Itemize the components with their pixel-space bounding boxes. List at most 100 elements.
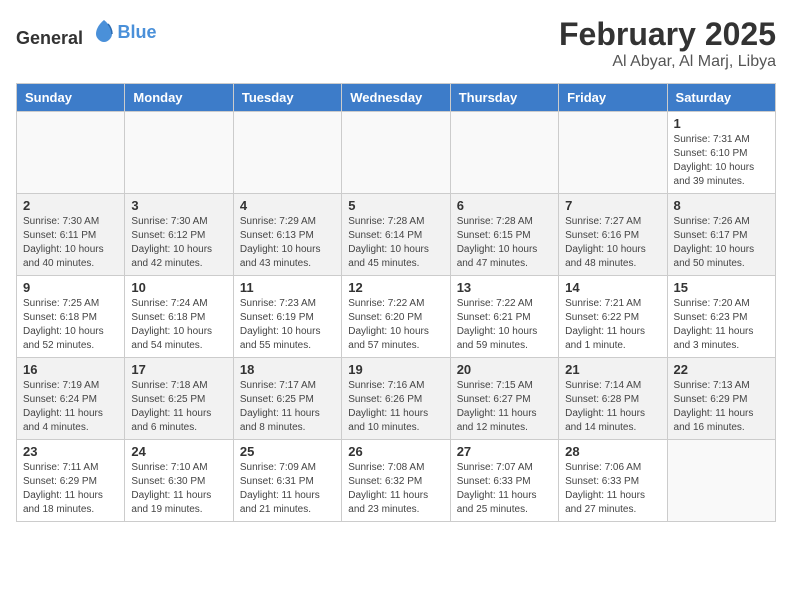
day-detail: Sunrise: 7:08 AM Sunset: 6:32 PM Dayligh… bbox=[348, 461, 443, 517]
calendar-week-row: 16 Sunrise: 7:19 AM Sunset: 6:24 PM Dayli… bbox=[17, 358, 776, 440]
day-detail: Sunrise: 7:13 AM Sunset: 6:29 PM Dayligh… bbox=[674, 379, 769, 435]
day-number: 26 bbox=[348, 444, 443, 459]
table-row: 12 Sunrise: 7:22 AM Sunset: 6:20 PM Dayli… bbox=[342, 276, 450, 358]
table-row bbox=[667, 440, 775, 522]
table-row: 27Sunrise: 7:07 AM Sunset: 6:33 PM Dayli… bbox=[450, 440, 558, 522]
table-row: 25Sunrise: 7:09 AM Sunset: 6:31 PM Dayli… bbox=[233, 440, 341, 522]
day-number: 5 bbox=[348, 198, 443, 213]
month-title: February 2025 bbox=[559, 16, 776, 53]
header-wednesday: Wednesday bbox=[342, 84, 450, 112]
day-number: 1 bbox=[674, 116, 769, 131]
day-number: 11 bbox=[240, 280, 335, 295]
table-row: 7Sunrise: 7:27 AM Sunset: 6:16 PM Daylig… bbox=[559, 194, 667, 276]
table-row bbox=[17, 112, 125, 194]
table-row bbox=[342, 112, 450, 194]
table-row bbox=[559, 112, 667, 194]
header-saturday: Saturday bbox=[667, 84, 775, 112]
day-number: 14 bbox=[565, 280, 660, 295]
table-row: 23 Sunrise: 7:11 AM Sunset: 6:29 PM Dayli… bbox=[17, 440, 125, 522]
day-detail: Sunrise: 7:30 AM Sunset: 6:11 PM Dayligh… bbox=[23, 215, 118, 271]
day-number: 4 bbox=[240, 198, 335, 213]
table-row: 16 Sunrise: 7:19 AM Sunset: 6:24 PM Dayli… bbox=[17, 358, 125, 440]
table-row: 8 Sunrise: 7:26 AM Sunset: 6:17 PM Daylig… bbox=[667, 194, 775, 276]
header-tuesday: Tuesday bbox=[233, 84, 341, 112]
day-number: 8 bbox=[674, 198, 769, 213]
table-row: 17Sunrise: 7:18 AM Sunset: 6:25 PM Dayli… bbox=[125, 358, 233, 440]
table-row: 22Sunrise: 7:13 AM Sunset: 6:29 PM Dayli… bbox=[667, 358, 775, 440]
day-detail: Sunrise: 7:25 AM Sunset: 6:18 PM Dayligh… bbox=[23, 297, 118, 353]
day-number: 18 bbox=[240, 362, 335, 377]
logo: General Blue bbox=[16, 16, 157, 49]
day-number: 23 bbox=[23, 444, 118, 459]
table-row: 4 Sunrise: 7:29 AM Sunset: 6:13 PM Daylig… bbox=[233, 194, 341, 276]
title-area: February 2025 Al Abyar, Al Marj, Libya bbox=[559, 16, 776, 71]
day-detail: Sunrise: 7:23 AM Sunset: 6:19 PM Dayligh… bbox=[240, 297, 335, 353]
table-row: 15Sunrise: 7:20 AM Sunset: 6:23 PM Dayli… bbox=[667, 276, 775, 358]
day-number: 28 bbox=[565, 444, 660, 459]
table-row: 18 Sunrise: 7:17 AM Sunset: 6:25 PM Dayli… bbox=[233, 358, 341, 440]
table-row: 6 Sunrise: 7:28 AM Sunset: 6:15 PM Daylig… bbox=[450, 194, 558, 276]
day-detail: Sunrise: 7:26 AM Sunset: 6:17 PM Dayligh… bbox=[674, 215, 769, 271]
day-number: 2 bbox=[23, 198, 118, 213]
day-detail: Sunrise: 7:22 AM Sunset: 6:21 PM Dayligh… bbox=[457, 297, 552, 353]
day-number: 9 bbox=[23, 280, 118, 295]
day-detail: Sunrise: 7:22 AM Sunset: 6:20 PM Dayligh… bbox=[348, 297, 443, 353]
day-detail: Sunrise: 7:30 AM Sunset: 6:12 PM Dayligh… bbox=[131, 215, 226, 271]
day-detail: Sunrise: 7:15 AM Sunset: 6:27 PM Dayligh… bbox=[457, 379, 552, 435]
day-number: 16 bbox=[23, 362, 118, 377]
table-row: 20 Sunrise: 7:15 AM Sunset: 6:27 PM Dayli… bbox=[450, 358, 558, 440]
table-row: 1 Sunrise: 7:31 AM Sunset: 6:10 PM Daylig… bbox=[667, 112, 775, 194]
calendar-week-row: 2 Sunrise: 7:30 AM Sunset: 6:11 PM Daylig… bbox=[17, 194, 776, 276]
weekday-header-row: Sunday Monday Tuesday Wednesday Thursday… bbox=[17, 84, 776, 112]
day-detail: Sunrise: 7:28 AM Sunset: 6:15 PM Dayligh… bbox=[457, 215, 552, 271]
table-row: 10Sunrise: 7:24 AM Sunset: 6:18 PM Dayli… bbox=[125, 276, 233, 358]
day-detail: Sunrise: 7:28 AM Sunset: 6:14 PM Dayligh… bbox=[348, 215, 443, 271]
day-detail: Sunrise: 7:10 AM Sunset: 6:30 PM Dayligh… bbox=[131, 461, 226, 517]
day-number: 20 bbox=[457, 362, 552, 377]
day-number: 19 bbox=[348, 362, 443, 377]
header-sunday: Sunday bbox=[17, 84, 125, 112]
day-detail: Sunrise: 7:20 AM Sunset: 6:23 PM Dayligh… bbox=[674, 297, 769, 353]
table-row: 26 Sunrise: 7:08 AM Sunset: 6:32 PM Dayli… bbox=[342, 440, 450, 522]
day-detail: Sunrise: 7:16 AM Sunset: 6:26 PM Dayligh… bbox=[348, 379, 443, 435]
day-detail: Sunrise: 7:17 AM Sunset: 6:25 PM Dayligh… bbox=[240, 379, 335, 435]
calendar-week-row: 9 Sunrise: 7:25 AM Sunset: 6:18 PM Daylig… bbox=[17, 276, 776, 358]
day-number: 6 bbox=[457, 198, 552, 213]
header-friday: Friday bbox=[559, 84, 667, 112]
location-title: Al Abyar, Al Marj, Libya bbox=[559, 53, 776, 71]
day-detail: Sunrise: 7:06 AM Sunset: 6:33 PM Dayligh… bbox=[565, 461, 660, 517]
calendar: Sunday Monday Tuesday Wednesday Thursday… bbox=[16, 83, 776, 522]
day-detail: Sunrise: 7:18 AM Sunset: 6:25 PM Dayligh… bbox=[131, 379, 226, 435]
logo-icon bbox=[90, 16, 118, 44]
day-number: 10 bbox=[131, 280, 226, 295]
calendar-week-row: 1 Sunrise: 7:31 AM Sunset: 6:10 PM Daylig… bbox=[17, 112, 776, 194]
header-thursday: Thursday bbox=[450, 84, 558, 112]
day-detail: Sunrise: 7:14 AM Sunset: 6:28 PM Dayligh… bbox=[565, 379, 660, 435]
day-detail: Sunrise: 7:31 AM Sunset: 6:10 PM Dayligh… bbox=[674, 133, 769, 189]
table-row: 28 Sunrise: 7:06 AM Sunset: 6:33 PM Dayli… bbox=[559, 440, 667, 522]
table-row: 9 Sunrise: 7:25 AM Sunset: 6:18 PM Daylig… bbox=[17, 276, 125, 358]
day-number: 3 bbox=[131, 198, 226, 213]
day-detail: Sunrise: 7:29 AM Sunset: 6:13 PM Dayligh… bbox=[240, 215, 335, 271]
table-row bbox=[450, 112, 558, 194]
table-row bbox=[233, 112, 341, 194]
day-detail: Sunrise: 7:21 AM Sunset: 6:22 PM Dayligh… bbox=[565, 297, 660, 353]
day-number: 25 bbox=[240, 444, 335, 459]
day-number: 24 bbox=[131, 444, 226, 459]
day-detail: Sunrise: 7:11 AM Sunset: 6:29 PM Dayligh… bbox=[23, 461, 118, 517]
day-number: 12 bbox=[348, 280, 443, 295]
table-row: 21Sunrise: 7:14 AM Sunset: 6:28 PM Dayli… bbox=[559, 358, 667, 440]
table-row bbox=[125, 112, 233, 194]
calendar-week-row: 23 Sunrise: 7:11 AM Sunset: 6:29 PM Dayli… bbox=[17, 440, 776, 522]
logo-general: General bbox=[16, 28, 83, 48]
day-number: 13 bbox=[457, 280, 552, 295]
logo-blue: Blue bbox=[118, 22, 157, 42]
table-row: 13 Sunrise: 7:22 AM Sunset: 6:21 PM Dayli… bbox=[450, 276, 558, 358]
table-row: 11 Sunrise: 7:23 AM Sunset: 6:19 PM Dayli… bbox=[233, 276, 341, 358]
table-row: 24 Sunrise: 7:10 AM Sunset: 6:30 PM Dayli… bbox=[125, 440, 233, 522]
day-number: 27 bbox=[457, 444, 552, 459]
header-monday: Monday bbox=[125, 84, 233, 112]
table-row: 5 Sunrise: 7:28 AM Sunset: 6:14 PM Daylig… bbox=[342, 194, 450, 276]
table-row: 14 Sunrise: 7:21 AM Sunset: 6:22 PM Dayli… bbox=[559, 276, 667, 358]
day-detail: Sunrise: 7:19 AM Sunset: 6:24 PM Dayligh… bbox=[23, 379, 118, 435]
